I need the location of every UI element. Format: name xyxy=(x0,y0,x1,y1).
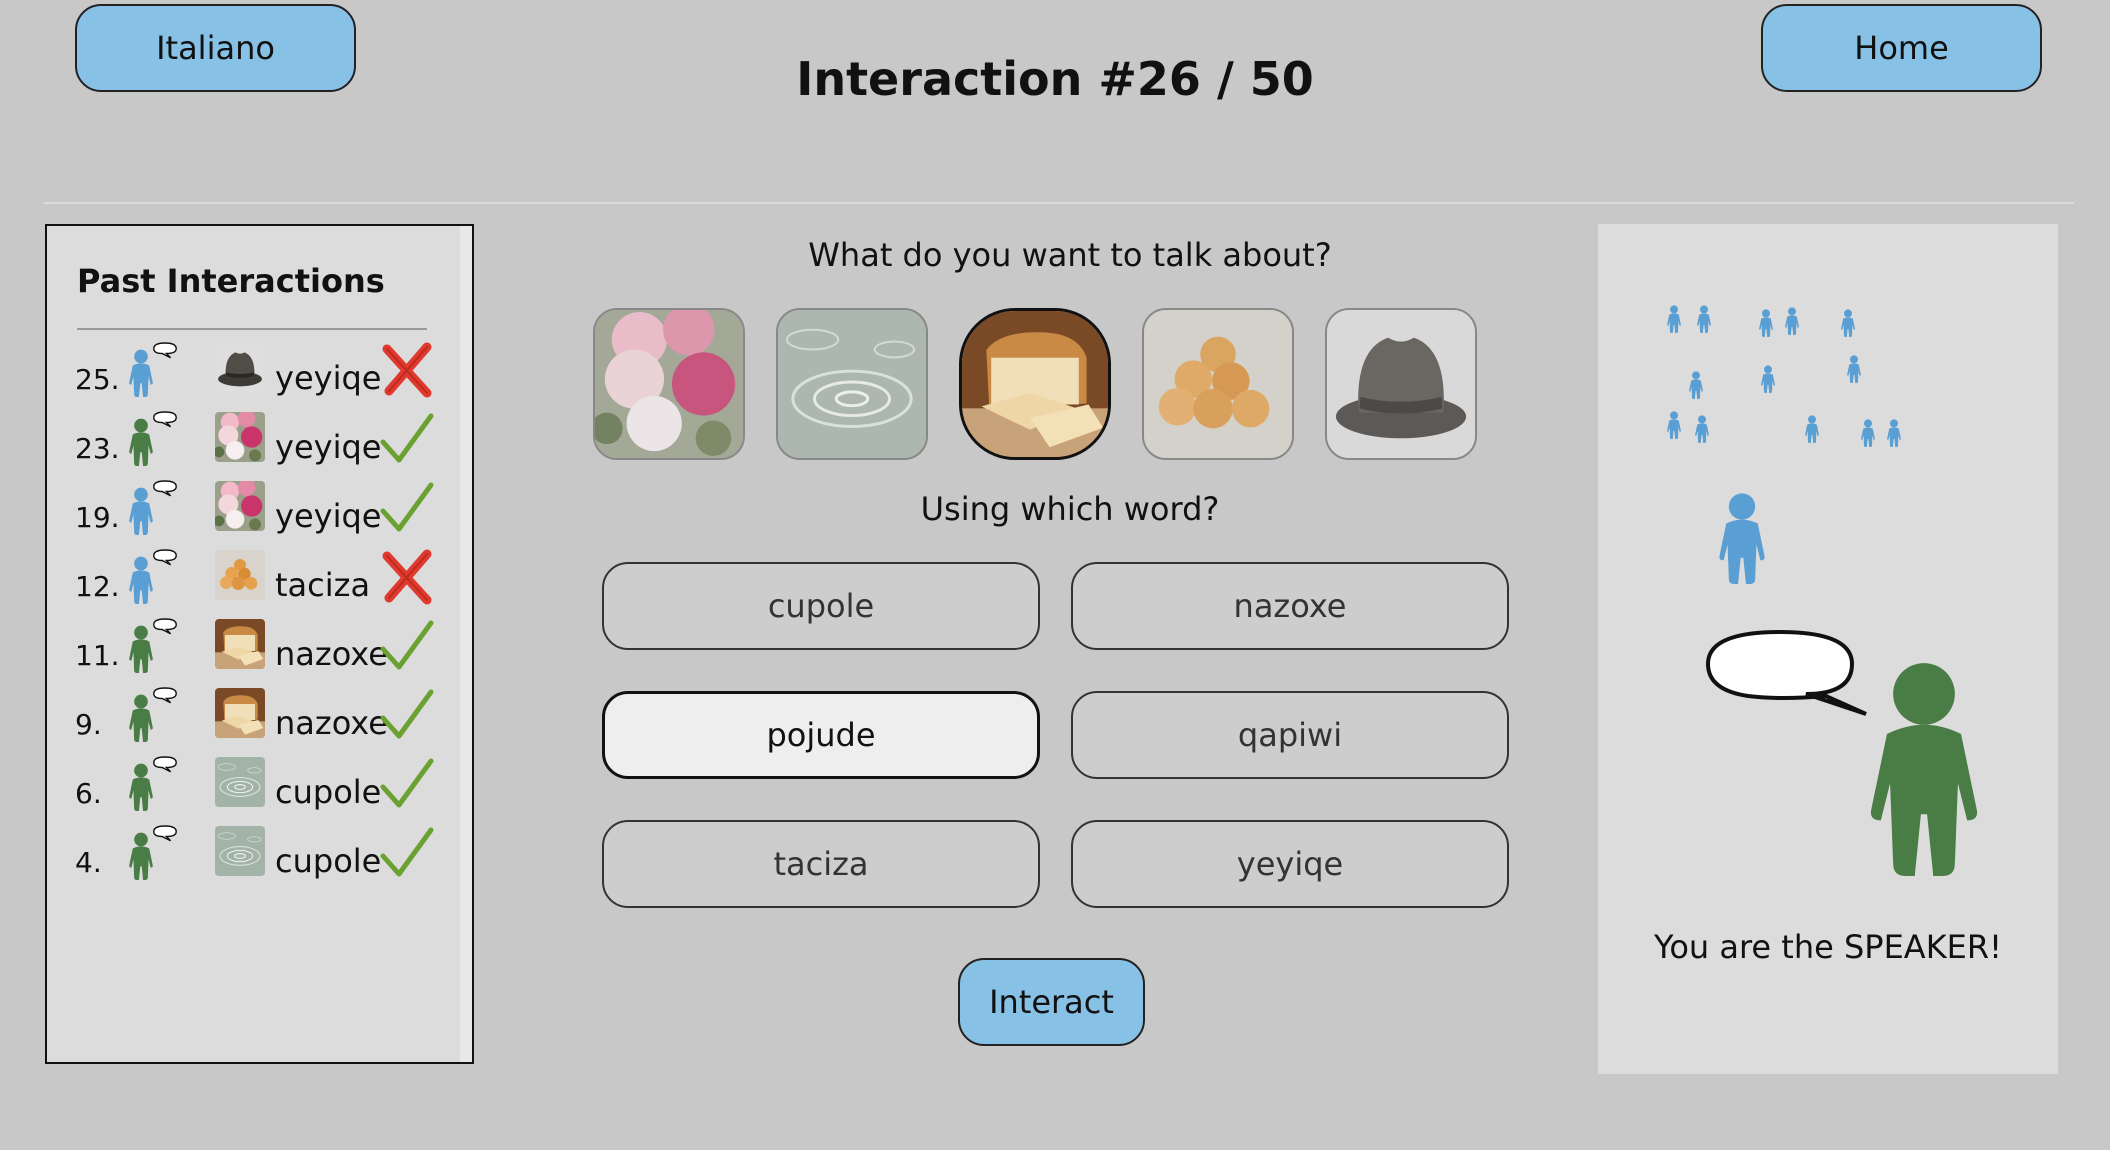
interaction-number: 12. xyxy=(75,570,120,603)
interaction-word: taciza xyxy=(275,566,371,604)
interaction-word: nazoxe xyxy=(275,635,388,673)
past-interactions-title: Past Interactions xyxy=(77,262,385,300)
apricots-icon xyxy=(215,550,265,600)
checkmark-icon xyxy=(377,617,437,677)
checkmark-icon xyxy=(377,686,437,746)
word-question: Using which word? xyxy=(920,490,1220,528)
flowers-icon xyxy=(595,310,743,458)
past-interactions-divider xyxy=(77,328,427,330)
interaction-number: 23. xyxy=(75,432,120,465)
interaction-word: yeyiqe xyxy=(275,359,382,397)
topic-hat[interactable] xyxy=(1325,308,1477,460)
green-speaker-icon xyxy=(129,687,177,742)
word-button-taciza[interactable]: taciza xyxy=(602,820,1040,908)
checkmark-icon xyxy=(377,410,437,470)
flowers-icon xyxy=(215,412,265,462)
cross-icon xyxy=(377,548,437,608)
home-button[interactable]: Home xyxy=(1761,4,2042,92)
topic-flowers[interactable] xyxy=(593,308,745,460)
blue-speaker-icon xyxy=(129,549,177,604)
role-text: You are the SPEAKER! xyxy=(1654,928,2002,966)
word-button-nazoxe[interactable]: nazoxe xyxy=(1071,562,1509,650)
listener-agent-icon xyxy=(1719,493,1765,584)
flowers-icon xyxy=(215,481,265,531)
bread-icon xyxy=(215,619,265,669)
bread-icon xyxy=(215,688,265,738)
past-interaction-row: 9. nazoxe xyxy=(75,686,435,746)
green-speaker-icon xyxy=(129,756,177,811)
interaction-number: 4. xyxy=(75,846,102,879)
water-icon xyxy=(215,826,265,876)
past-interaction-row: 6. cupole xyxy=(75,755,435,815)
topic-question: What do you want to talk about? xyxy=(808,236,1332,274)
past-interaction-row: 25. yeyiqe xyxy=(75,341,435,401)
past-interaction-row: 12. taciza xyxy=(75,548,435,608)
checkmark-icon xyxy=(377,479,437,539)
water-icon xyxy=(778,310,926,458)
topic-water[interactable] xyxy=(776,308,928,460)
interaction-word: cupole xyxy=(275,773,382,811)
interaction-number: 25. xyxy=(75,363,120,396)
bread-icon xyxy=(962,311,1108,457)
interaction-number: 6. xyxy=(75,777,102,810)
past-interactions-scrollbar[interactable] xyxy=(460,226,472,1062)
past-interaction-row: 4. cupole xyxy=(75,824,435,884)
past-interaction-row: 19. yeyiqe xyxy=(75,479,435,539)
checkmark-icon xyxy=(377,755,437,815)
population-icon xyxy=(1667,305,1901,447)
apricots-icon xyxy=(1144,310,1292,458)
interaction-number: 11. xyxy=(75,639,120,672)
interaction-word: nazoxe xyxy=(275,704,388,742)
blue-speaker-icon xyxy=(129,342,177,397)
past-interaction-row: 23. yeyiqe xyxy=(75,410,435,470)
green-speaker-icon xyxy=(129,618,177,673)
word-button-qapiwi[interactable]: qapiwi xyxy=(1071,691,1509,779)
interaction-number: 9. xyxy=(75,708,102,741)
cross-icon xyxy=(377,341,437,401)
blue-speaker-icon xyxy=(129,480,177,535)
interaction-number: 19. xyxy=(75,501,120,534)
word-button-yeyiqe[interactable]: yeyiqe xyxy=(1071,820,1509,908)
interact-button[interactable]: Interact xyxy=(958,958,1145,1046)
past-interaction-row: 11. nazoxe xyxy=(75,617,435,677)
green-speaker-icon xyxy=(129,411,177,466)
topic-apricots[interactable] xyxy=(1142,308,1294,460)
green-speaker-icon xyxy=(129,825,177,880)
hat-icon xyxy=(215,343,265,393)
water-icon xyxy=(215,757,265,807)
population-illustration xyxy=(1667,305,1978,876)
hat-icon xyxy=(1327,310,1475,458)
checkmark-icon xyxy=(377,824,437,884)
header-divider xyxy=(44,202,2074,204)
interaction-word: yeyiqe xyxy=(275,428,382,466)
speaker-panel: You are the SPEAKER! xyxy=(1598,224,2058,1074)
topic-bread[interactable] xyxy=(959,308,1111,460)
interaction-word: cupole xyxy=(275,842,382,880)
speaker-agent-icon xyxy=(1870,663,1978,876)
past-interactions-panel: Past Interactions 25. yeyiqe 23. yeyiqe 19. y… xyxy=(45,224,474,1064)
word-button-cupole[interactable]: cupole xyxy=(602,562,1040,650)
interaction-word: yeyiqe xyxy=(275,497,382,535)
speech-bubble-icon xyxy=(1705,629,1867,716)
word-button-pojude[interactable]: pojude xyxy=(602,691,1040,779)
